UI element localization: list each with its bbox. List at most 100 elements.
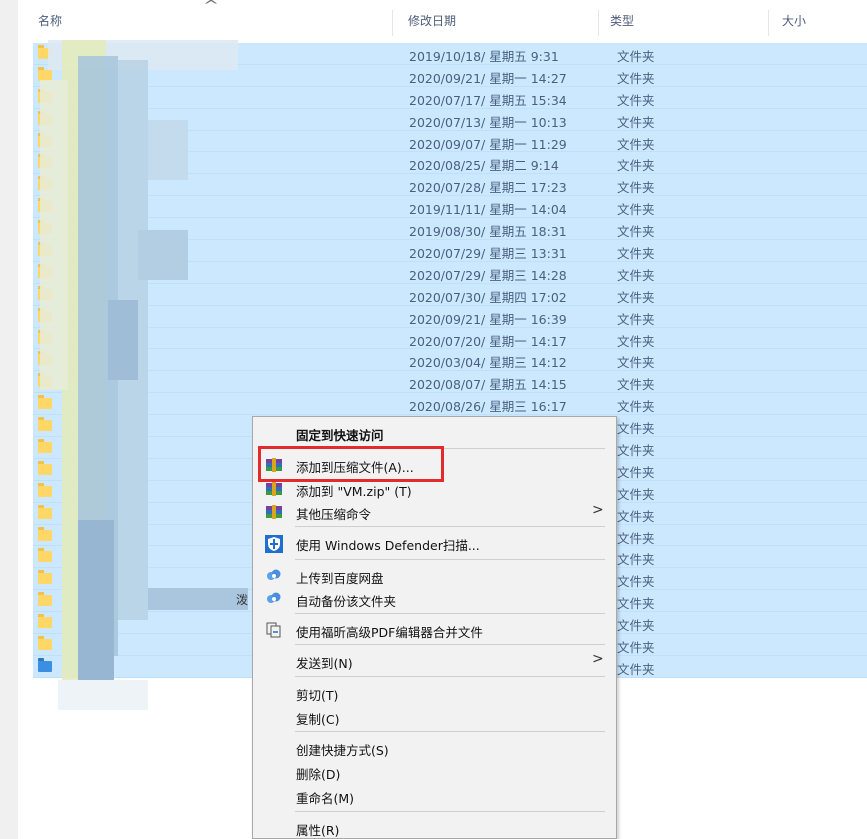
column-divider[interactable] — [598, 10, 599, 36]
menu-separator — [295, 644, 605, 645]
column-divider[interactable] — [768, 10, 769, 36]
row-modified-date: 2020/07/20/ 星期一 14:17 — [409, 333, 567, 349]
row-modified-date: 2020/08/26/ 星期三 16:17 — [409, 399, 567, 415]
pdf-merge-icon — [265, 622, 283, 638]
table-row[interactable]: 2020/07/20/ 星期一 14:17 文件夹 — [33, 327, 867, 350]
row-modified-date: 2019/10/18/ 星期五 9:31 — [409, 49, 559, 64]
row-type: 文件夹 — [617, 180, 655, 196]
row-type: 文件夹 — [617, 399, 655, 415]
row-type: 文件夹 — [617, 49, 655, 64]
folder-icon — [38, 592, 52, 607]
menu-item-upload-baidu[interactable]: 上传到百度网盘 — [253, 565, 616, 587]
row-type: 文件夹 — [617, 618, 655, 634]
column-name-header[interactable]: 名称 — [38, 12, 62, 29]
menu-separator — [295, 526, 605, 527]
row-modified-date: 2020/08/07/ 星期五 14:15 — [409, 377, 567, 393]
row-type: 文件夹 — [617, 114, 655, 130]
menu-item-properties[interactable]: 属性(R) — [253, 817, 616, 839]
menu-item-pin-quick-access[interactable]: 固定到快速访问 — [253, 422, 616, 444]
defender-shield-icon — [265, 535, 283, 553]
row-type: 文件夹 — [617, 70, 655, 86]
row-type: 文件夹 — [617, 246, 655, 262]
row-type: 文件夹 — [617, 530, 655, 546]
row-type: 文件夹 — [617, 552, 655, 568]
row-type: 文件夹 — [617, 158, 655, 174]
menu-item-cut[interactable]: 剪切(T) — [253, 682, 616, 704]
row-type: 文件夹 — [617, 443, 655, 459]
baidu-cloud-icon — [265, 568, 283, 584]
table-row[interactable]: 2020/03/04/ 星期三 14:12 文件夹 — [33, 349, 867, 372]
column-divider[interactable] — [392, 10, 393, 36]
row-modified-date: 2019/08/30/ 星期五 18:31 — [409, 224, 567, 240]
folder-icon — [38, 657, 52, 672]
menu-item-other-compress[interactable]: 其他压缩命令 > — [253, 501, 616, 523]
menu-item-rename[interactable]: 重命名(M) — [253, 785, 616, 807]
row-type: 文件夹 — [617, 661, 655, 677]
row-modified-date: 2020/07/29/ 星期三 14:28 — [409, 267, 567, 283]
column-size-header[interactable]: 大小 — [782, 12, 806, 29]
row-modified-date: 2020/07/28/ 星期二 17:23 — [409, 180, 567, 196]
row-modified-date: 2020/07/30/ 星期四 17:02 — [409, 289, 567, 305]
row-modified-date: 2019/11/11/ 星期一 14:04 — [409, 202, 567, 218]
folder-icon — [38, 526, 52, 541]
row-type: 文件夹 — [617, 640, 655, 656]
row-modified-date: 2020/07/17/ 星期五 15:34 — [409, 92, 567, 108]
row-type: 文件夹 — [617, 289, 655, 305]
table-row[interactable]: 2020/09/21/ 星期一 16:39 文件夹 — [33, 305, 867, 328]
menu-item-foxit-merge[interactable]: 使用福昕高级PDF编辑器合并文件 — [253, 619, 616, 641]
row-type: 文件夹 — [617, 421, 655, 437]
winrar-icon — [265, 504, 283, 520]
row-type: 文件夹 — [617, 596, 655, 612]
folder-icon — [38, 614, 52, 629]
row-type: 文件夹 — [617, 92, 655, 108]
submenu-chevron-icon: > — [592, 651, 604, 667]
row-modified-date: 2020/09/21/ 星期一 16:39 — [409, 311, 567, 327]
partial-file-name: 泼 — [236, 593, 249, 607]
row-type: 文件夹 — [617, 267, 655, 283]
menu-item-copy[interactable]: 复制(C) — [253, 706, 616, 728]
table-row[interactable]: 2020/07/30/ 星期四 17:02 文件夹 — [33, 283, 867, 306]
table-row[interactable]: 2020/08/07/ 星期五 14:15 文件夹 — [33, 371, 867, 394]
table-row[interactable]: 2020/08/26/ 星期三 16:17 文件夹 — [33, 393, 867, 416]
row-type: 文件夹 — [617, 486, 655, 502]
menu-item-send-to[interactable]: 发送到(N) > — [253, 650, 616, 672]
submenu-chevron-icon: > — [592, 502, 604, 518]
row-modified-date: 2020/09/07/ 星期一 11:29 — [409, 136, 567, 152]
table-row[interactable]: 2020/07/17/ 星期五 15:34 文件夹 — [33, 86, 867, 109]
menu-separator — [295, 613, 605, 614]
row-type: 文件夹 — [617, 508, 655, 524]
file-explorer: 名称 ^ 修改日期 类型 大小 2019/10/18/ 星期五 9:31 文件夹 2… — [18, 0, 867, 839]
folder-icon — [38, 395, 52, 410]
table-row[interactable]: 2019/11/11/ 星期一 14:04 文件夹 — [33, 196, 867, 219]
column-type-header[interactable]: 类型 — [610, 12, 634, 29]
winrar-icon — [265, 481, 283, 497]
sort-ascending-icon: ^ — [202, 0, 220, 12]
annotation-highlight-box — [258, 446, 444, 482]
menu-separator — [295, 811, 605, 812]
row-modified-date: 2020/07/13/ 星期一 10:13 — [409, 114, 567, 130]
folder-icon — [38, 548, 52, 563]
row-type: 文件夹 — [617, 333, 655, 349]
folder-icon — [38, 504, 52, 519]
folder-icon — [38, 636, 52, 651]
column-date-header[interactable]: 修改日期 — [408, 12, 456, 29]
row-type: 文件夹 — [617, 224, 655, 240]
row-modified-date: 2020/03/04/ 星期三 14:12 — [409, 355, 567, 371]
row-type: 文件夹 — [617, 574, 655, 590]
folder-icon — [38, 439, 52, 454]
menu-separator — [295, 731, 605, 732]
menu-item-create-shortcut[interactable]: 创建快捷方式(S) — [253, 737, 616, 759]
menu-item-delete[interactable]: 删除(D) — [253, 761, 616, 783]
row-type: 文件夹 — [617, 202, 655, 218]
row-type: 文件夹 — [617, 355, 655, 371]
folder-icon — [38, 460, 52, 475]
folder-icon — [38, 482, 52, 497]
menu-item-auto-backup[interactable]: 自动备份该文件夹 — [253, 588, 616, 610]
row-modified-date: 2020/08/25/ 星期二 9:14 — [409, 158, 559, 174]
menu-item-defender-scan[interactable]: 使用 Windows Defender扫描... — [253, 532, 616, 554]
folder-icon — [38, 417, 52, 432]
row-modified-date: 2020/07/29/ 星期三 13:31 — [409, 246, 567, 262]
column-header-bar: 名称 ^ 修改日期 类型 大小 — [18, 0, 867, 38]
folder-icon — [38, 570, 52, 585]
row-type: 文件夹 — [617, 464, 655, 480]
